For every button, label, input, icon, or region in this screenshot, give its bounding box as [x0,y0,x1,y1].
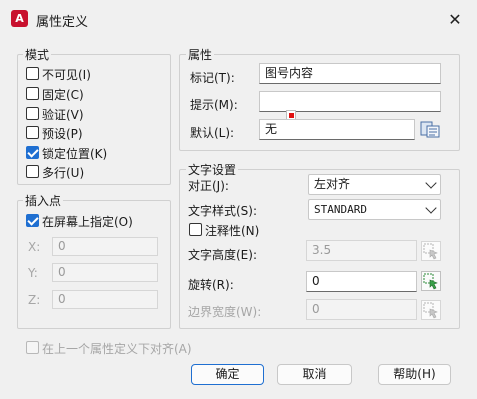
text-settings-group-label: 文字设置 [186,161,239,178]
multiline-label: 多行(U) [42,166,85,180]
specify-on-screen-checkbox[interactable] [26,214,39,227]
attribute-group-label: 属性 [186,46,215,63]
pick-point-icon [423,273,438,290]
window-title: 属性定义 [36,15,89,30]
pick-point-icon [423,243,438,260]
pick-height-button[interactable] [421,241,441,261]
default-field[interactable]: 无 [259,119,415,140]
justification-label: 对正(J): [188,179,229,193]
y-label: Y: [28,266,38,280]
prompt-label: 提示(M): [190,98,238,112]
lock-position-label: 锁定位置(K) [42,147,108,161]
text-style-dropdown[interactable]: STANDARD [308,199,441,220]
default-label: 默认(L): [190,126,235,140]
ok-button[interactable]: 确定 [191,364,264,385]
insertion-point-group-label: 插入点 [23,192,64,209]
verify-checkbox[interactable] [26,107,39,120]
invisible-label: 不可见(I) [42,68,91,82]
constant-label: 固定(C) [42,88,84,102]
justification-value: 左对齐 [314,177,351,191]
rotation-field[interactable]: 0 [306,271,417,292]
lock-position-checkbox[interactable] [26,146,39,159]
rotation-label: 旋转(R): [188,278,234,292]
preset-label: 预设(P) [42,127,83,141]
z-field[interactable]: 0 [52,290,158,309]
insert-field-icon [420,121,440,138]
text-height-label: 文字高度(E): [188,248,257,262]
y-field[interactable]: 0 [52,263,158,282]
preset-checkbox[interactable] [26,126,39,139]
mode-group [17,54,171,185]
justification-dropdown[interactable]: 左对齐 [308,174,441,195]
multiline-checkbox[interactable] [26,165,39,178]
boundary-width-field[interactable]: 0 [306,299,417,320]
invisible-checkbox[interactable] [26,67,39,80]
constant-checkbox[interactable] [26,87,39,100]
specify-on-screen-label: 在屏幕上指定(O) [42,215,133,229]
help-button[interactable]: 帮助(H) [378,364,451,385]
text-height-field[interactable]: 3.5 [306,240,417,261]
align-below-label: 在上一个属性定义下对齐(A) [42,342,192,356]
pick-point-icon [423,302,438,319]
mode-group-label: 模式 [23,46,52,63]
annotative-label: 注释性(N) [205,224,260,238]
close-button[interactable]: ✕ [441,7,469,33]
x-label: X: [28,240,41,254]
tag-label: 标记(T): [190,71,235,85]
align-below-checkbox[interactable] [26,341,39,354]
annotative-checkbox[interactable] [189,223,202,236]
boundary-width-label: 边界宽度(W): [188,305,262,319]
verify-label: 验证(V) [42,108,84,122]
tag-field[interactable]: 图号内容 [259,63,441,84]
pick-rotation-button[interactable] [421,271,441,291]
insert-field-button[interactable] [419,119,441,140]
text-style-label: 文字样式(S): [188,204,258,218]
cancel-button[interactable]: 取消 [277,364,352,385]
z-label: Z: [28,293,41,307]
pick-width-button[interactable] [421,300,441,320]
x-field[interactable]: 0 [52,237,158,256]
prompt-field[interactable] [259,91,441,112]
autocad-app-icon: A [11,10,28,27]
text-style-value: STANDARD [314,203,367,216]
